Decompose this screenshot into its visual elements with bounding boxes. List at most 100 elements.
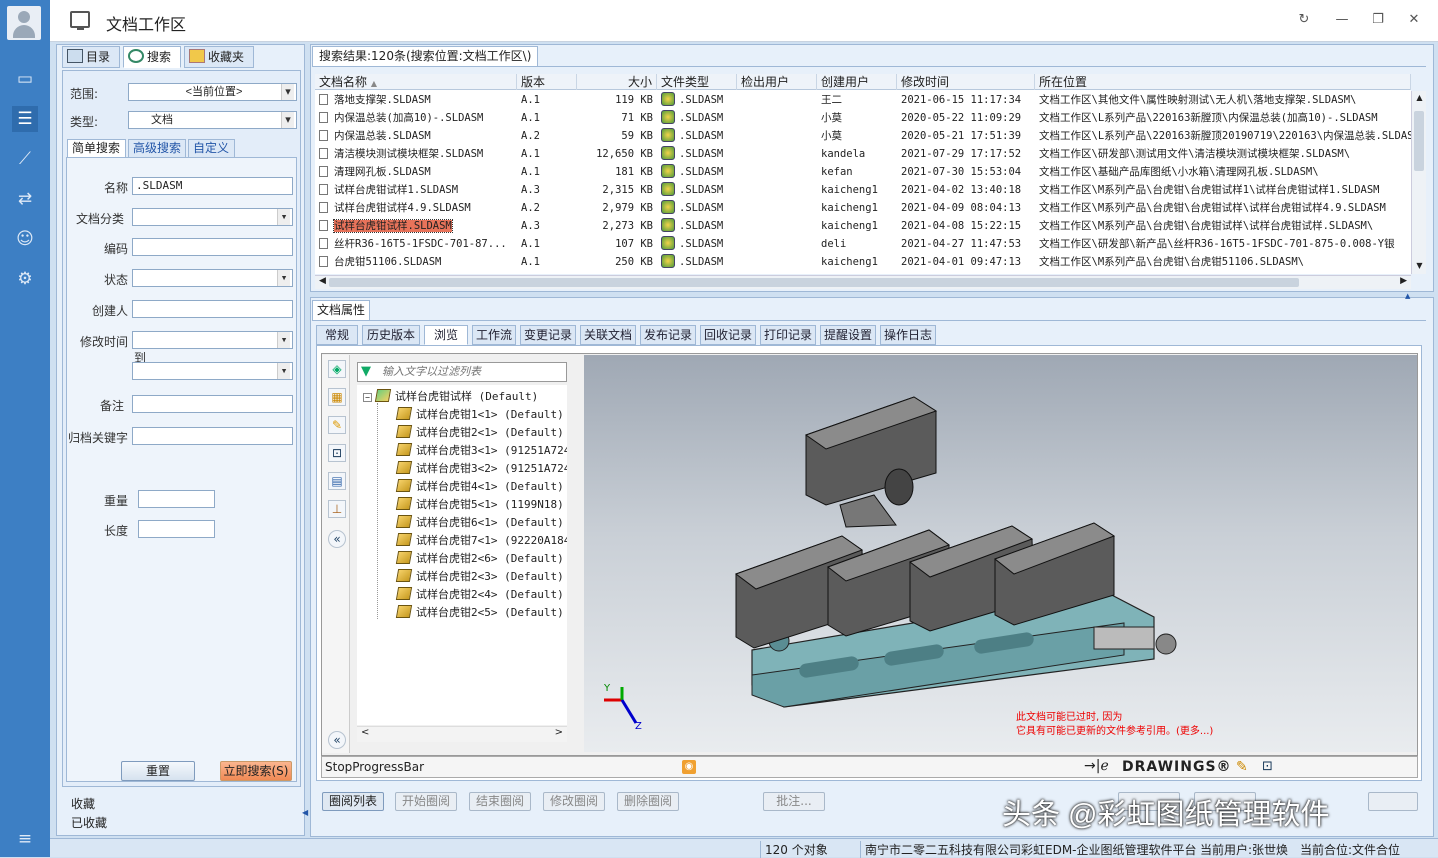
tab-history[interactable]: 历史版本 [362,325,420,345]
annotate-button[interactable]: 批注... [763,792,825,811]
table-row[interactable]: 清洁模块测试模块框架.SLDASM A.1 12,650 KB .SLDASM kand… [315,145,1411,163]
col-checkout[interactable]: 检出用户 [737,74,817,90]
restore-button[interactable]: ❐ [1368,10,1388,30]
outdated-warning-line2[interactable]: 它具有可能已更新的文件参考引用。(更多...) [1016,722,1213,737]
collapse-icon[interactable]: « [328,530,346,548]
status-select[interactable] [132,269,293,287]
scroll-up-icon[interactable]: ▲ [1414,93,1425,104]
tree-item[interactable]: 试样台虎钳5<1> (1199N18) [395,496,564,514]
table-row[interactable]: 内保温总装(加高10)-.SLDASM A.1 71 KB .SLDASM 小莫 2020… [315,109,1411,127]
tab-operation-log[interactable]: 操作日志 [880,325,936,345]
tree-item[interactable]: 试样台虎钳6<1> (Default) [395,514,564,532]
tab-workflow[interactable]: 工作流 [472,325,516,345]
workflow-icon[interactable]: ⇄ [12,186,38,212]
tab-recycle-log[interactable]: 回收记录 [700,325,756,345]
col-version[interactable]: 版本 [517,74,577,90]
mtime-from-select[interactable] [132,331,293,349]
scroll-right-icon[interactable]: ▶ [1400,276,1407,286]
menu-icon[interactable]: ≡ [12,826,38,852]
tree-item[interactable]: 试样台虎钳1<1> (Default) [395,406,564,424]
tree-item[interactable]: 试样台虎钳2<5> (Default) [395,604,564,622]
results-vscroll-thumb[interactable] [1414,111,1424,171]
type-select[interactable]: 文档 [128,111,297,129]
table-row[interactable]: 试样台虎钳试样4.9.SLDASM A.2 2,979 KB .SLDASM kaich… [315,199,1411,217]
favorited-label[interactable]: 已收藏 [71,814,107,831]
gear-icon[interactable]: ⚙ [12,266,38,292]
tree-scroll-right-icon[interactable]: > [555,727,563,738]
measure-icon[interactable]: ⊡ [328,444,346,462]
monitor-icon[interactable]: ▭ [12,66,38,92]
col-type[interactable]: 文件类型 [657,74,737,90]
tab-print-log[interactable]: 打印记录 [760,325,816,345]
table-row[interactable]: 清理网孔板.SLDASM A.1 181 KB .SLDASM kefan 2021-07… [315,163,1411,181]
tab-reminder-settings[interactable]: 提醒设置 [820,325,876,345]
table-row[interactable]: 台虎钳51106.SLDASM A.1 250 KB .SLDASM kaicheng1… [315,253,1411,271]
markup-pencil-icon[interactable]: ✎ [1236,759,1248,775]
tree-item[interactable]: 试样台虎钳2<4> (Default) [395,586,564,604]
document-list-icon[interactable]: ☰ [12,106,38,132]
tab-search[interactable]: 搜索 [123,46,181,68]
table-row[interactable]: 试样台虎钳试样.SLDASM A.3 2,273 KB .SLDASM kaicheng… [315,217,1411,235]
name-input[interactable]: .SLDASM [132,177,293,195]
tree-scroll-left-icon[interactable]: < [361,727,369,738]
panel-collapse-icon[interactable]: ▲ [1405,292,1410,300]
tree-item[interactable]: 试样台虎钳2<3> (Default) [395,568,564,586]
model-tree-icon[interactable]: ◈ [328,360,346,378]
col-mtime[interactable]: 修改时间 [897,74,1035,90]
results-vscrollbar[interactable]: ▲ ▼ [1411,91,1426,274]
tree-item[interactable]: 试样台虎钳4<1> (Default) [395,478,564,496]
minimize-button[interactable]: — [1332,10,1352,30]
edit-markup-button[interactable]: 修改圈阅 [543,792,605,811]
search-now-button[interactable]: 立即搜索(S) [220,761,292,781]
tab-custom[interactable]: 自定义 [188,139,235,158]
config-icon[interactable]: ▦ [328,388,346,406]
section-icon[interactable]: ▤ [328,472,346,490]
start-markup-button[interactable]: 开始圈阅 [395,792,457,811]
archive-keyword-input[interactable] [132,427,293,445]
scroll-down-icon[interactable]: ▼ [1414,261,1425,272]
expand-icon[interactable]: − [363,393,372,402]
tree-item[interactable]: 试样台虎钳2<1> (Default) [395,424,564,442]
users-icon[interactable]: ☺ [12,226,38,252]
mtime-to-select[interactable] [132,362,293,380]
splitter-arrow-icon[interactable]: ◀ [302,808,308,817]
scope-select[interactable]: <当前位置> [128,83,297,101]
tree-item[interactable]: 试样台虎钳3<2> (91251A724 [395,460,567,478]
delete-markup-button[interactable]: 删除圈阅 [617,792,679,811]
results-hscroll-thumb[interactable] [329,278,1299,287]
end-markup-button[interactable]: 结束圈阅 [469,792,531,811]
viewport-3d[interactable]: Y Z 此文档可能已过时, 因为 它具有可能已更新的文件参考引用。(更多...) [584,355,1417,752]
table-row[interactable]: 丝杆R36-16T5-1FSDC-701-87... A.1 107 KB .SLDA… [315,235,1411,253]
col-creator[interactable]: 创建用户 [817,74,897,90]
col-size[interactable]: 大小 [577,74,657,90]
rss-icon[interactable]: ◉ [682,760,696,774]
action-button-3[interactable] [1368,792,1418,811]
tab-simple-search[interactable]: 简单搜索 [67,139,126,158]
tab-change-log[interactable]: 变更记录 [520,325,576,345]
avatar[interactable] [7,6,41,40]
col-path[interactable]: 所在位置 [1035,74,1411,90]
refresh-icon[interactable]: ↻ [1294,10,1314,30]
col-name[interactable]: 文档名称 ▲ [315,74,517,90]
remark-input[interactable] [132,395,293,413]
tab-advanced-search[interactable]: 高级搜索 [128,139,186,158]
markup-list-button[interactable]: 圈阅列表 [322,792,384,811]
tree-hscrollbar[interactable]: < > [357,726,567,742]
length-input[interactable] [138,520,215,538]
tree-root[interactable]: − 试样台虎钳试样 (Default) [363,388,538,406]
markup-measure-icon[interactable]: ⊡ [1262,759,1273,774]
stamp-icon[interactable]: ⊥ [328,500,346,518]
code-input[interactable] [132,238,293,256]
tab-favorites[interactable]: 收藏夹 [184,46,254,68]
category-select[interactable] [132,208,293,226]
table-row[interactable]: 落地支撑架.SLDASM A.1 119 KB .SLDASM 王二 2021-06-15… [315,91,1411,109]
tree-item[interactable]: 试样台虎钳3<1> (91251A724 [395,442,567,460]
tree-item[interactable]: 试样台虎钳7<1> (92220A184 [395,532,567,550]
tab-publish-log[interactable]: 发布记录 [640,325,696,345]
results-hscrollbar[interactable]: ◀ ▶ [315,275,1411,289]
tab-browse[interactable]: 浏览 [424,325,468,345]
reset-button[interactable]: 重置 [121,761,195,781]
pencil-icon[interactable]: ✎ [328,416,346,434]
tab-directory[interactable]: 目录 [62,46,120,68]
chart-icon[interactable]: ⟋ [12,146,38,172]
